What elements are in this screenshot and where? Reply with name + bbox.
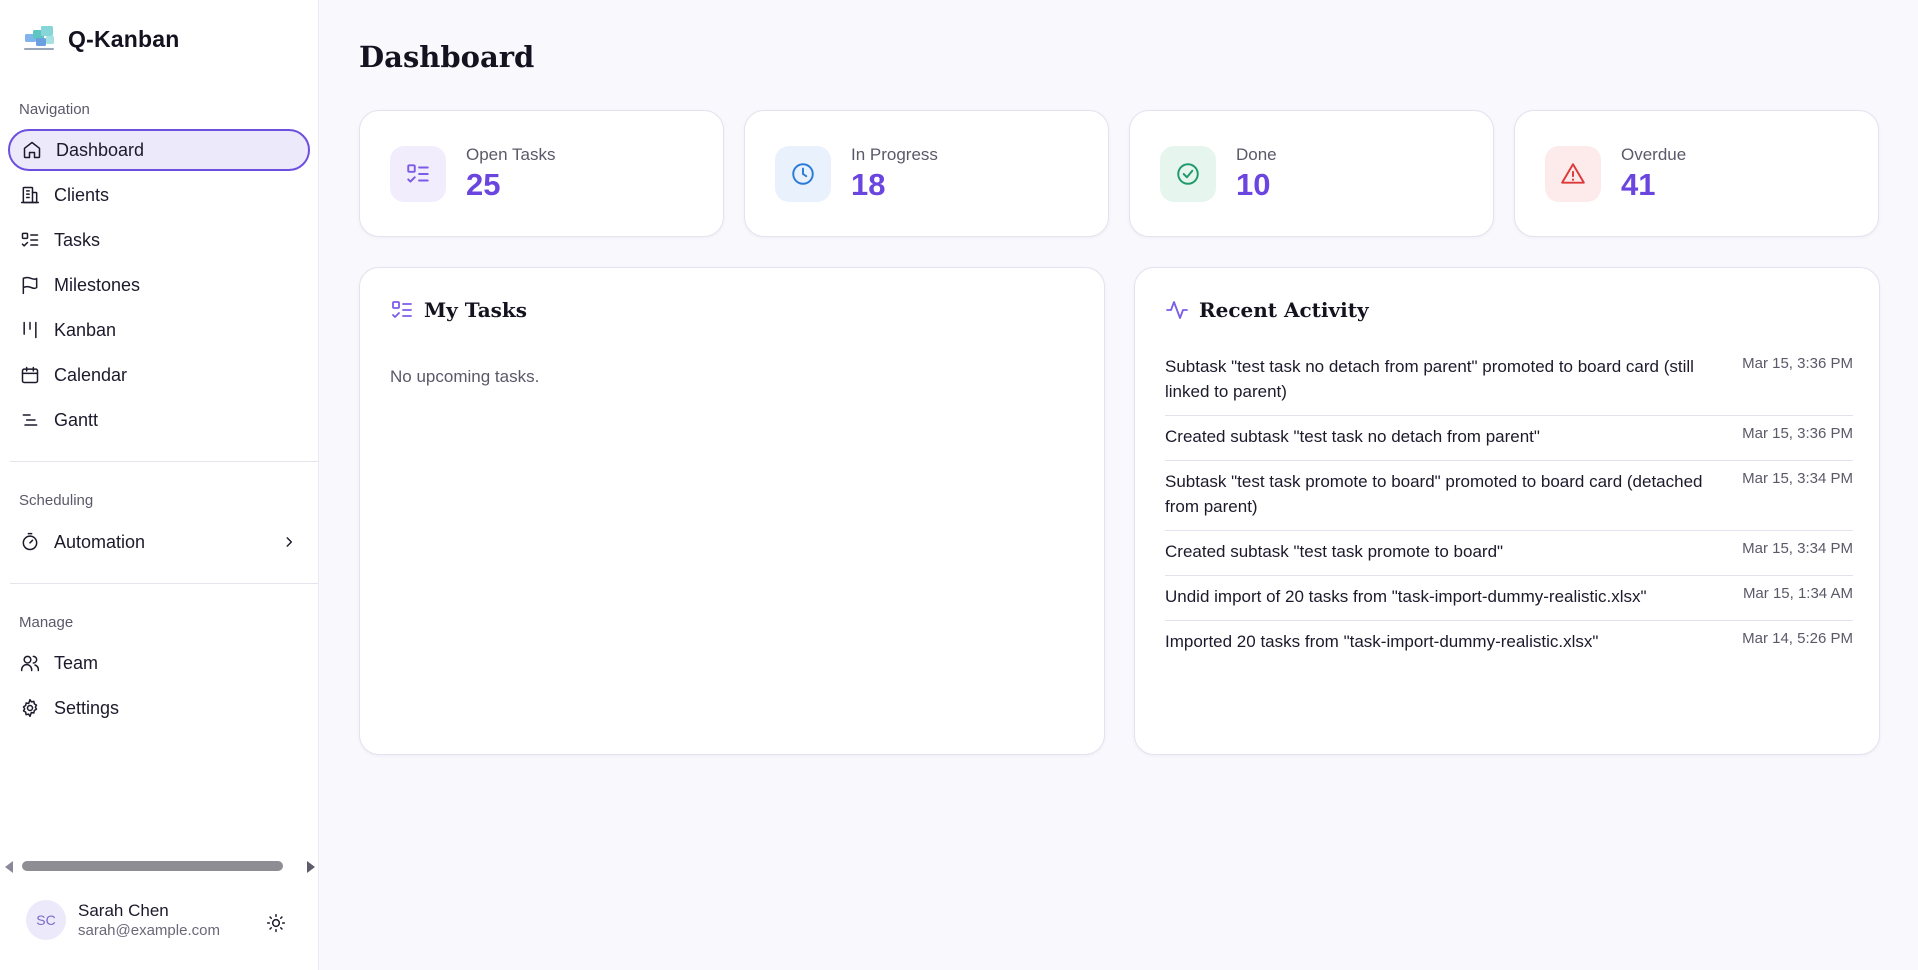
chevron-right-icon[interactable] bbox=[282, 535, 296, 549]
user-profile[interactable]: SC Sarah Chen sarah@example.com bbox=[26, 900, 220, 940]
section-label-navigation: Navigation bbox=[19, 101, 90, 118]
stat-icon-bg bbox=[775, 146, 831, 202]
stat-value: 41 bbox=[1621, 167, 1656, 202]
sidebar-item-label: Tasks bbox=[54, 229, 101, 250]
sidebar-item-tasks[interactable]: Tasks bbox=[8, 219, 310, 261]
activity-text: Created subtask "test task no detach fro… bbox=[1165, 427, 1540, 446]
my-tasks-title: My Tasks bbox=[424, 298, 528, 322]
divider bbox=[10, 461, 318, 462]
section-label-manage: Manage bbox=[19, 614, 74, 631]
stat-value: 25 bbox=[466, 167, 501, 202]
sidebar-horizontal-scrollbar[interactable] bbox=[4, 858, 316, 874]
stat-icon-bg bbox=[390, 146, 446, 202]
avatar: SC bbox=[26, 900, 66, 940]
user-email: sarah@example.com bbox=[78, 922, 220, 939]
activity-time: Mar 15, 3:36 PM bbox=[1742, 425, 1853, 442]
sidebar-item-label: Milestones bbox=[54, 274, 141, 295]
recent-activity-header: Recent Activity bbox=[1165, 298, 1369, 322]
stat-value: 10 bbox=[1236, 167, 1271, 202]
activity-time: Mar 15, 3:34 PM bbox=[1742, 470, 1853, 487]
kanban-icon bbox=[23, 321, 37, 339]
activity-text: Subtask "test task no detach from parent… bbox=[1165, 357, 1694, 401]
my-tasks-header: My Tasks bbox=[390, 298, 527, 322]
home-icon bbox=[23, 141, 41, 159]
empty-state-text: No upcoming tasks. bbox=[390, 367, 540, 386]
user-name: Sarah Chen bbox=[78, 901, 169, 920]
flag-icon bbox=[22, 276, 38, 295]
page-title: Dashboard bbox=[359, 40, 535, 74]
sidebar-item-label: Clients bbox=[54, 184, 110, 205]
clock-icon bbox=[792, 163, 814, 185]
activity-time: Mar 15, 1:34 AM bbox=[1742, 585, 1853, 602]
gantt-icon bbox=[22, 414, 38, 426]
app-logo-icon bbox=[24, 26, 54, 50]
gear-icon bbox=[22, 698, 38, 718]
divider bbox=[10, 583, 318, 584]
activity-text: Subtask "test task promote to board" pro… bbox=[1165, 472, 1703, 516]
list-checks-icon bbox=[392, 301, 412, 318]
calendar-icon bbox=[21, 366, 39, 384]
activity-item: Imported 20 tasks from "task-import-dumm… bbox=[1165, 621, 1853, 665]
activity-item: Undid import of 20 tasks from "task-impo… bbox=[1165, 576, 1853, 621]
stat-card-in-progress[interactable]: In Progress 18 bbox=[744, 110, 1109, 237]
stat-card-overdue[interactable]: Overdue 41 bbox=[1514, 110, 1879, 237]
sidebar-item-label: Gantt bbox=[54, 409, 99, 430]
users-icon bbox=[20, 655, 40, 672]
stat-label: Open Tasks bbox=[466, 145, 556, 164]
sidebar-item-label: Team bbox=[54, 652, 99, 673]
my-tasks-panel: My Tasks No upcoming tasks. bbox=[359, 267, 1105, 755]
list-checks-icon bbox=[21, 232, 39, 247]
activity-text: Created subtask "test task promote to bo… bbox=[1165, 542, 1504, 561]
activity-icon bbox=[1166, 301, 1188, 319]
stat-label: Overdue bbox=[1621, 145, 1687, 164]
activity-text: Imported 20 tasks from "task-import-dumm… bbox=[1165, 632, 1599, 651]
activity-time: Mar 14, 5:26 PM bbox=[1742, 630, 1853, 647]
stat-icon-bg bbox=[1545, 146, 1601, 202]
scroll-left-arrow-icon[interactable] bbox=[5, 861, 13, 873]
stat-card-open-tasks[interactable]: Open Tasks 25 bbox=[359, 110, 724, 237]
activity-item: Created subtask "test task no detach fro… bbox=[1165, 416, 1853, 461]
sidebar-item-calendar[interactable]: Calendar bbox=[8, 354, 310, 396]
sidebar-item-milestones[interactable]: Milestones bbox=[8, 264, 310, 306]
section-label-scheduling: Scheduling bbox=[19, 492, 94, 509]
sidebar-item-automation[interactable]: Automation bbox=[8, 521, 310, 563]
sidebar: Q-Kanban Navigation Dashboard Clients Ta… bbox=[0, 0, 319, 970]
sidebar-item-label: Dashboard bbox=[56, 139, 145, 160]
list-checks-icon bbox=[407, 164, 429, 183]
recent-activity-panel: Recent Activity Subtask "test task no de… bbox=[1134, 267, 1880, 755]
activity-item: Subtask "test task no detach from parent… bbox=[1165, 346, 1853, 416]
activity-list: Subtask "test task no detach from parent… bbox=[1165, 346, 1853, 665]
sidebar-item-label: Calendar bbox=[54, 364, 128, 385]
building-icon bbox=[20, 186, 40, 204]
recent-activity-title: Recent Activity bbox=[1199, 298, 1369, 322]
sidebar-item-settings[interactable]: Settings bbox=[8, 687, 310, 729]
scroll-right-arrow-icon[interactable] bbox=[307, 861, 315, 873]
brand[interactable]: Q-Kanban bbox=[22, 24, 180, 54]
sidebar-item-team[interactable]: Team bbox=[8, 642, 310, 684]
activity-time: Mar 15, 3:36 PM bbox=[1742, 355, 1853, 372]
sidebar-item-label: Kanban bbox=[54, 319, 117, 340]
stat-label: In Progress bbox=[851, 145, 938, 164]
app-name: Q-Kanban bbox=[68, 25, 180, 52]
stat-icon-bg bbox=[1160, 146, 1216, 202]
stat-value: 18 bbox=[851, 167, 886, 202]
alert-triangle-icon bbox=[1561, 163, 1585, 184]
scrollbar-thumb[interactable] bbox=[22, 861, 283, 871]
timer-icon bbox=[22, 532, 38, 551]
sidebar-item-label: Automation bbox=[54, 531, 146, 552]
sun-icon[interactable] bbox=[266, 913, 286, 933]
stat-card-done[interactable]: Done 10 bbox=[1129, 110, 1494, 237]
stat-label: Done bbox=[1236, 145, 1277, 164]
activity-item: Subtask "test task promote to board" pro… bbox=[1165, 461, 1853, 531]
activity-time: Mar 15, 3:34 PM bbox=[1742, 540, 1853, 557]
sidebar-item-clients[interactable]: Clients bbox=[8, 174, 310, 216]
sidebar-item-kanban[interactable]: Kanban bbox=[8, 309, 310, 351]
sidebar-item-gantt[interactable]: Gantt bbox=[8, 399, 310, 441]
check-circle-icon bbox=[1177, 163, 1199, 185]
sidebar-item-dashboard[interactable]: Dashboard bbox=[8, 129, 310, 171]
activity-item: Created subtask "test task promote to bo… bbox=[1165, 531, 1853, 576]
activity-text: Undid import of 20 tasks from "task-impo… bbox=[1165, 587, 1647, 606]
sidebar-item-label: Settings bbox=[54, 697, 120, 718]
